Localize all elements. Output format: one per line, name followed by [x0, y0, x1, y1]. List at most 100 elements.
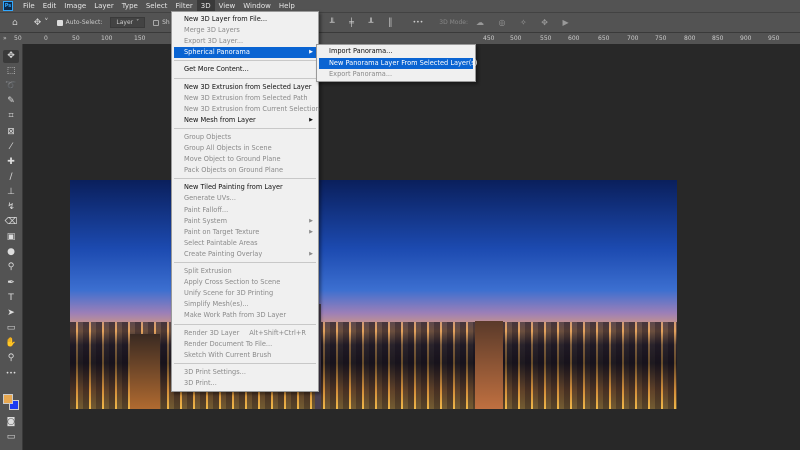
city-lights [70, 321, 677, 409]
menu-item[interactable]: Apply Cross Section to Scene [174, 277, 316, 288]
submenu-item[interactable]: New Panorama Layer From Selected Layer(s… [319, 57, 477, 69]
frame-tool-icon[interactable]: ⊠ [3, 126, 19, 139]
menu-item[interactable]: Paint System ▶ [174, 216, 316, 227]
menu-item[interactable]: New 3D Layer from File... [174, 14, 316, 25]
menu-item[interactable]: Create Painting Overlay ▶ [174, 249, 316, 260]
submenu-arrow-icon: ▶ [309, 250, 313, 257]
ruler-tick-label: 650 [598, 35, 610, 42]
menu-item-shortcut: Alt+Shift+Ctrl+R [249, 328, 306, 337]
menu-select[interactable]: Select [142, 0, 172, 12]
skyscraper [130, 334, 160, 409]
menu-item-label: Pack Objects on Ground Plane [184, 166, 284, 175]
clone-stamp-tool-icon[interactable]: ⊥ [3, 186, 19, 199]
history-brush-tool-icon[interactable]: ↯ [3, 201, 19, 214]
ruler-tick-label: 600 [568, 35, 580, 42]
menu-item[interactable]: New Mesh from Layer ▶ [174, 115, 316, 126]
menu-item[interactable]: Sketch With Current Brush [174, 350, 316, 361]
eraser-tool-icon[interactable]: ⌫ [3, 216, 19, 229]
ruler-tick-label: 950 [768, 35, 780, 42]
menu-item-label: New 3D Extrusion from Selected Path [184, 93, 308, 102]
home-icon[interactable]: ⌂ [12, 18, 18, 28]
submenu-item[interactable]: Export Panorama... [319, 69, 473, 80]
menu-item[interactable]: Paint on Target Texture ▶ [174, 227, 316, 238]
menu-item[interactable]: Make Work Path from 3D Layer [174, 310, 316, 321]
type-tool-icon[interactable]: T [3, 292, 19, 305]
menu-item[interactable]: Select Paintable Areas [174, 238, 316, 249]
options-bar: ⌂ ✥ ˅ Auto-Select: Layer ˅ Sh ╨ ╪ ╨ ║ ••… [0, 12, 800, 32]
dodge-tool-icon[interactable]: ⚲ [3, 261, 19, 274]
menu-type[interactable]: Type [118, 0, 142, 12]
more-options-button[interactable]: ••• [413, 19, 424, 26]
rectangle-tool-icon[interactable]: ▭ [3, 322, 19, 335]
3d-menu: New 3D Layer from File... Merge 3D Layers… [171, 11, 320, 392]
menu-separator [174, 323, 316, 325]
quick-mask-icon[interactable]: ◙ [3, 416, 19, 429]
menu-item-label: New Tiled Painting from Layer [184, 183, 283, 192]
menu-item[interactable]: Group All Objects in Scene [174, 143, 316, 154]
menu-item[interactable]: Get More Content... [174, 64, 316, 75]
menu-item[interactable]: Split Extrusion [174, 266, 316, 277]
menu-item[interactable]: Move Object to Ground Plane [174, 154, 316, 165]
foreground-color-swatch[interactable] [3, 394, 13, 404]
auto-select-checkbox[interactable]: Auto-Select: [56, 19, 102, 26]
menu-item[interactable]: 3D Print... [174, 378, 316, 389]
ruler-tick-label: 700 [627, 35, 639, 42]
screen-mode-icon[interactable]: ▭ [3, 431, 19, 444]
menu-item[interactable]: Render Document To File... [174, 339, 316, 350]
zoom-tool-icon[interactable]: ⚲ [3, 352, 19, 365]
menu-item[interactable]: Unify Scene for 3D Printing [174, 288, 316, 299]
marquee-tool-icon[interactable]: ⬚ [3, 65, 19, 78]
menu-separator [174, 60, 316, 62]
healing-brush-tool-icon[interactable]: ✚ [3, 156, 19, 169]
menu-item[interactable]: New 3D Extrusion from Selected Path [174, 93, 316, 104]
menu-file[interactable]: File [19, 0, 39, 12]
horizontal-ruler[interactable]: » 50 0 50 100 150 450 500 550 600 650 700 750 800 850 9… [0, 32, 800, 44]
crop-tool-icon[interactable]: ⌗ [3, 110, 19, 123]
checkbox-icon [153, 19, 160, 26]
menu-item[interactable]: 3D Print Settings... [174, 367, 316, 378]
menu-item[interactable]: Merge 3D Layers [174, 25, 316, 36]
menu-item-label: Paint Falloff... [184, 205, 229, 214]
quick-select-tool-icon[interactable]: ✎ [3, 95, 19, 108]
submenu-arrow-icon: ▶ [309, 116, 313, 123]
3d-mode-icons[interactable]: ☁ ◎ ✧ ✥ ▶ [476, 18, 575, 27]
ruler-tick-label: 850 [712, 35, 724, 42]
menu-item-label: Paint System [184, 216, 228, 225]
menu-item[interactable]: Export 3D Layer... [174, 36, 316, 47]
menu-item[interactable]: Pack Objects on Ground Plane [174, 165, 316, 176]
menu-separator [174, 362, 316, 364]
menu-item[interactable]: Simplify Mesh(es)... [174, 299, 316, 310]
move-tool-icon[interactable]: ✥ [3, 50, 19, 63]
lasso-tool-icon[interactable]: ➰ [3, 80, 19, 93]
pen-tool-icon[interactable]: ✒ [3, 277, 19, 290]
more-tools-icon[interactable]: ••• [3, 367, 19, 380]
show-transform-checkbox[interactable]: Sh [153, 19, 170, 26]
menu-item[interactable]: New Tiled Painting from Layer [174, 182, 316, 193]
menu-edit[interactable]: Edit [39, 0, 61, 12]
submenu-item[interactable]: Import Panorama... [319, 46, 473, 57]
align-icons[interactable]: ╨ ╪ ╨ ║ [330, 18, 399, 27]
ruler-tick-label: 100 [101, 35, 113, 42]
gradient-tool-icon[interactable]: ▣ [3, 231, 19, 244]
menu-item[interactable]: Spherical Panorama ▶ [174, 47, 316, 59]
blur-tool-icon[interactable]: ● [3, 246, 19, 259]
eyedropper-tool-icon[interactable]: ⁄ [3, 141, 19, 154]
menu-item-label: Move Object to Ground Plane [184, 155, 281, 164]
ruler-origin-icon: » [3, 35, 7, 42]
menu-item[interactable]: Render 3D Layer Alt+Shift+Ctrl+R [174, 328, 316, 339]
menu-item[interactable]: New 3D Extrusion from Current Selection [174, 104, 320, 115]
path-selection-tool-icon[interactable]: ➤ [3, 307, 19, 320]
menu-item[interactable]: Group Objects [174, 132, 316, 143]
layer-dropdown[interactable]: Layer ˅ [110, 17, 146, 28]
menu-item[interactable]: New 3D Extrusion from Selected Layer [174, 82, 316, 93]
menu-image[interactable]: Image [60, 0, 90, 12]
menu-item[interactable]: Paint Falloff... [174, 205, 316, 216]
move-tool-preset-icon[interactable]: ✥ ˅ [34, 18, 49, 28]
brush-tool-icon[interactable]: ∕ [3, 171, 19, 184]
menu-item-label: Unify Scene for 3D Printing [184, 289, 274, 298]
hand-tool-icon[interactable]: ✋ [3, 337, 19, 350]
menu-layer[interactable]: Layer [90, 0, 118, 12]
menu-item-label: New 3D Layer from File... [184, 15, 268, 23]
menu-item-label: Create Painting Overlay [184, 249, 263, 258]
menu-item[interactable]: Generate UVs... [174, 193, 316, 204]
